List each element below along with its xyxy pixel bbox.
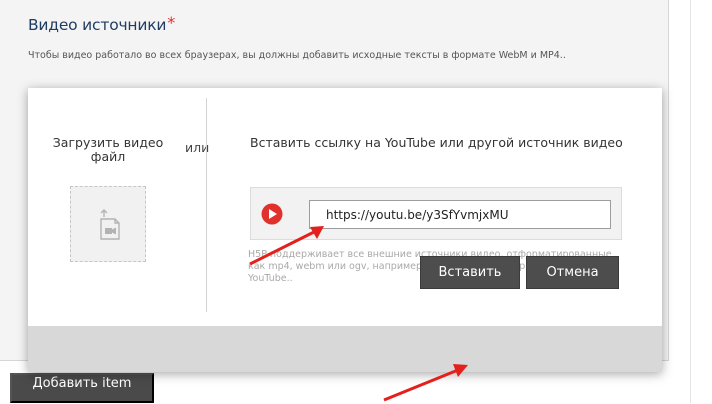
section-title: Видео источники*	[28, 13, 175, 34]
add-item-button[interactable]: Добавить item	[10, 373, 154, 403]
dialog-footer	[28, 326, 662, 372]
vertical-divider	[206, 98, 207, 312]
video-url-input[interactable]	[309, 200, 611, 229]
video-upload-icon	[100, 209, 120, 240]
dialog-body: Загрузить видео файл или Вставить ссылку…	[28, 88, 662, 326]
insert-button[interactable]: Вставить	[420, 256, 520, 289]
embed-link-box	[250, 187, 622, 240]
video-source-dialog: Загрузить видео файл или Вставить ссылку…	[28, 88, 662, 372]
embed-link-label: Вставить ссылку на YouTube или другой ис…	[250, 135, 623, 150]
required-mark: *	[167, 13, 176, 32]
section-title-text: Видео источники	[28, 16, 167, 34]
upload-video-label: Загрузить видео файл	[52, 135, 164, 164]
upload-video-dropzone[interactable]	[70, 186, 146, 262]
section-description: Чтобы видео работало во всех браузерах, …	[28, 50, 566, 61]
cancel-button[interactable]: Отмена	[526, 256, 619, 289]
youtube-play-icon	[261, 203, 283, 225]
right-border	[690, 0, 691, 403]
